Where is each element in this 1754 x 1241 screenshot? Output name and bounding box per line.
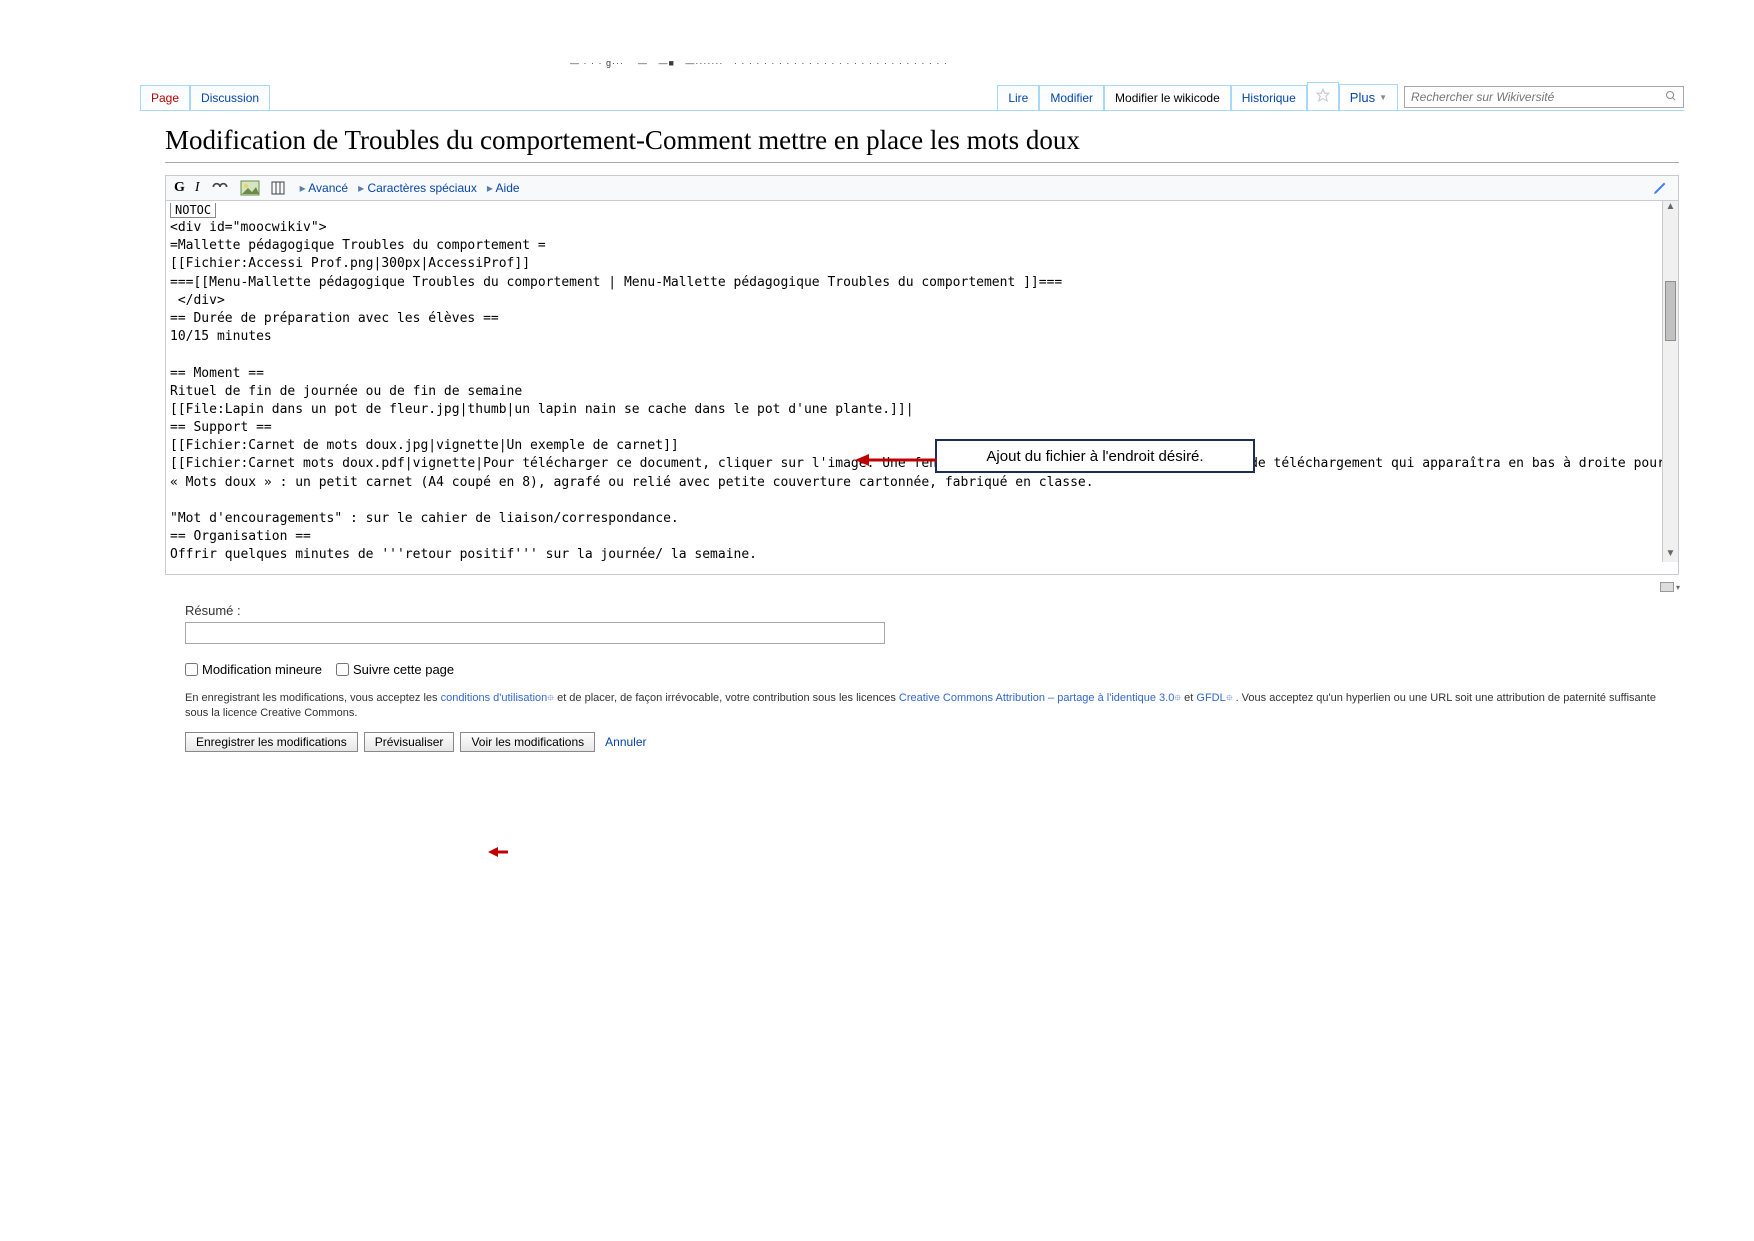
external-link-icon: ⯐ bbox=[1174, 693, 1181, 703]
editor-scrollbar[interactable]: ▲ ▼ bbox=[1662, 201, 1678, 562]
tab-read[interactable]: Lire bbox=[997, 85, 1039, 110]
save-button[interactable]: Enregistrer les modifications bbox=[185, 732, 358, 752]
editor-toolbar: G I Avancé Caractères spéciaux Aide bbox=[165, 175, 1679, 201]
diff-button[interactable]: Voir les modifications bbox=[460, 732, 595, 752]
scroll-down-icon[interactable]: ▼ bbox=[1663, 548, 1678, 562]
page-title: Modification de Troubles du comportement… bbox=[165, 125, 1679, 163]
tab-discussion-label: Discussion bbox=[201, 91, 259, 105]
scroll-thumb[interactable] bbox=[1665, 281, 1676, 341]
link-icon[interactable] bbox=[210, 180, 230, 196]
star-icon bbox=[1316, 90, 1330, 105]
tab-more[interactable]: Plus ▼ bbox=[1339, 84, 1398, 110]
image-icon[interactable] bbox=[240, 180, 260, 196]
preview-button[interactable]: Prévisualiser bbox=[364, 732, 455, 752]
legal-part3: et bbox=[1184, 692, 1196, 704]
tab-page[interactable]: Page bbox=[140, 85, 190, 110]
search-box bbox=[1404, 86, 1684, 108]
keyboard-icon bbox=[1660, 582, 1674, 592]
watchlist-star[interactable] bbox=[1307, 82, 1339, 110]
toolbar-advanced[interactable]: Avancé bbox=[300, 181, 349, 195]
tab-history[interactable]: Historique bbox=[1231, 85, 1307, 110]
summary-label: Résumé : bbox=[185, 603, 1659, 618]
chevron-down-icon: ▾ bbox=[1676, 583, 1680, 592]
tab-edit[interactable]: Modifier bbox=[1039, 85, 1104, 110]
annotation-box: Ajout du fichier à l'endroit désiré. bbox=[935, 439, 1255, 473]
tab-discussion[interactable]: Discussion bbox=[190, 85, 270, 110]
minor-edit-text: Modification mineure bbox=[202, 662, 322, 677]
cancel-link[interactable]: Annuler bbox=[605, 735, 646, 749]
search-input[interactable] bbox=[1405, 88, 1659, 106]
minor-edit-checkbox[interactable] bbox=[185, 663, 198, 676]
tab-more-label: Plus bbox=[1350, 90, 1375, 105]
watch-page-text: Suivre cette page bbox=[353, 662, 454, 677]
minor-edit-label[interactable]: Modification mineure bbox=[185, 662, 322, 677]
search-icon[interactable] bbox=[1659, 90, 1683, 105]
top-cropped-text: — · · · g··· — —■ —······· · · · · · · ·… bbox=[570, 58, 948, 68]
tab-edit-wikicode[interactable]: Modifier le wikicode bbox=[1104, 85, 1231, 110]
summary-section: Résumé : Modification mineure Suivre cet… bbox=[165, 603, 1679, 752]
toolbar-help[interactable]: Aide bbox=[487, 181, 520, 195]
tab-page-label: Page bbox=[151, 91, 179, 105]
legal-text: En enregistrant les modifications, vous … bbox=[185, 691, 1659, 722]
small-red-arrow-icon bbox=[488, 846, 508, 858]
tabs-bar: Page Discussion Lire Modifier Modifier l… bbox=[140, 85, 1684, 111]
edit-pencil-icon[interactable] bbox=[1652, 180, 1668, 199]
external-link-icon: ⯐ bbox=[1226, 693, 1233, 703]
language-indicator[interactable]: ▾ bbox=[1660, 582, 1680, 592]
watch-page-checkbox[interactable] bbox=[336, 663, 349, 676]
editor-wrap: NOTOC ▲ ▼ ▾ bbox=[165, 201, 1679, 575]
tab-history-label: Historique bbox=[1242, 91, 1296, 105]
scroll-up-icon[interactable]: ▲ bbox=[1663, 201, 1678, 215]
summary-input[interactable] bbox=[185, 622, 885, 644]
chevron-down-icon: ▼ bbox=[1379, 93, 1387, 102]
action-buttons: Enregistrer les modifications Prévisuali… bbox=[185, 732, 1659, 752]
content-area: Modification de Troubles du comportement… bbox=[165, 125, 1679, 752]
annotation-arrow-icon bbox=[855, 453, 937, 467]
tab-edit-label: Modifier bbox=[1050, 91, 1093, 105]
wikitext-editor[interactable] bbox=[166, 201, 1678, 571]
watch-page-label[interactable]: Suivre cette page bbox=[336, 662, 454, 677]
reference-icon[interactable] bbox=[270, 180, 290, 196]
tab-read-label: Lire bbox=[1008, 91, 1028, 105]
tab-edit-wikicode-label: Modifier le wikicode bbox=[1115, 91, 1220, 105]
gfdl-link[interactable]: GFDL bbox=[1196, 692, 1225, 704]
legal-part2: et de placer, de façon irrévocable, votr… bbox=[557, 692, 899, 704]
external-link-icon: ⯐ bbox=[547, 693, 554, 703]
italic-button[interactable]: I bbox=[195, 180, 200, 196]
notoc-label: NOTOC bbox=[170, 203, 216, 218]
annotation-text: Ajout du fichier à l'endroit désiré. bbox=[986, 448, 1203, 465]
bold-button[interactable]: G bbox=[174, 180, 185, 196]
legal-part1: En enregistrant les modifications, vous … bbox=[185, 692, 441, 704]
terms-link[interactable]: conditions d'utilisation bbox=[441, 692, 548, 704]
toolbar-special-chars[interactable]: Caractères spéciaux bbox=[358, 181, 477, 195]
cc-license-link[interactable]: Creative Commons Attribution – partage à… bbox=[899, 692, 1174, 704]
